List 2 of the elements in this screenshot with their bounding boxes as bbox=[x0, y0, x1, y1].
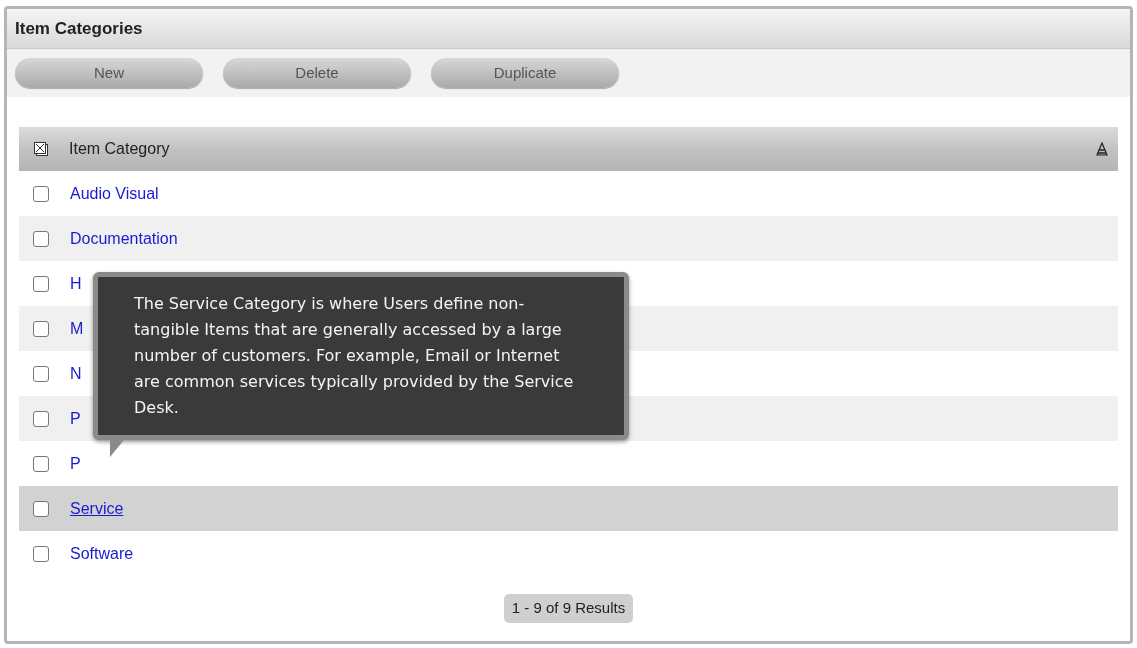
pagination-label: 1 - 9 of 9 Results bbox=[503, 594, 634, 623]
panel-title: Item Categories bbox=[7, 9, 1130, 49]
